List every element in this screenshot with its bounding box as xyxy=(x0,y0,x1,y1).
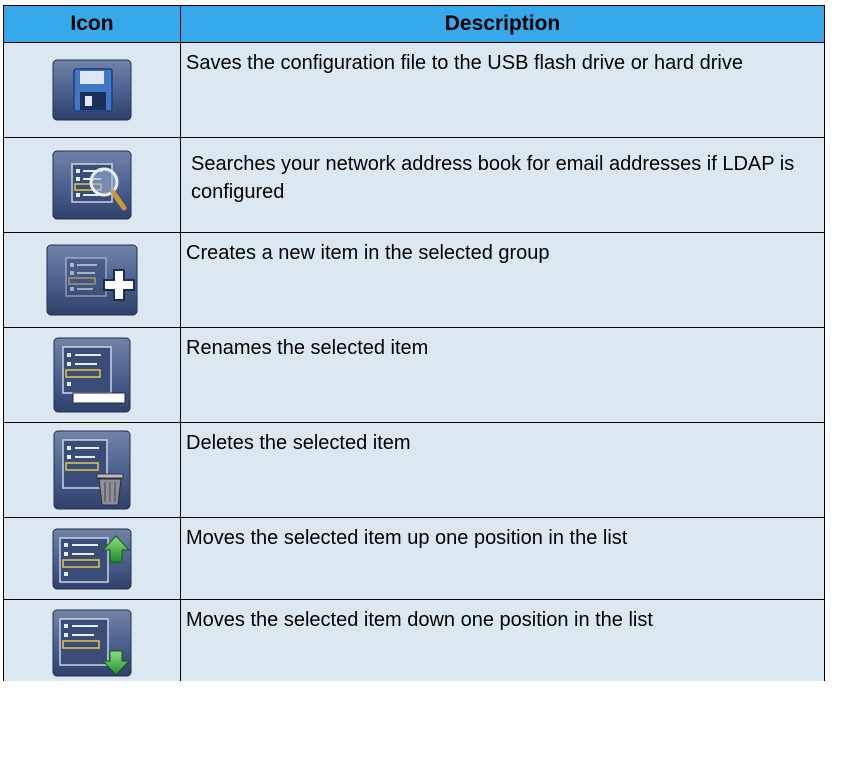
table-row: Renames the selected item xyxy=(3,327,825,423)
move-down-icon xyxy=(52,609,132,677)
rename-icon xyxy=(53,337,131,413)
description-cell: Moves the selected item down one positio… xyxy=(180,599,825,681)
description-cell: Moves the selected item up one position … xyxy=(180,517,825,600)
save-icon xyxy=(52,59,132,121)
table-row: Moves the selected item up one position … xyxy=(3,517,825,600)
icon-cell xyxy=(3,517,181,600)
description-column-header: Description xyxy=(180,5,825,43)
table-header-row: Icon Description xyxy=(3,5,825,43)
icon-column-header: Icon xyxy=(3,5,181,43)
table-row: Creates a new item in the selected group xyxy=(3,232,825,328)
table-row: Deletes the selected item xyxy=(3,422,825,518)
description-cell: Saves the configuration file to the USB … xyxy=(180,42,825,138)
icon-cell xyxy=(3,232,181,328)
delete-icon xyxy=(53,430,131,510)
icon-description-table: Icon Description Saves the configuration… xyxy=(3,5,825,681)
description-cell: Creates a new item in the selected group xyxy=(180,232,825,328)
icon-cell xyxy=(3,599,181,681)
move-up-icon xyxy=(52,528,132,589)
description-cell: Renames the selected item xyxy=(180,327,825,423)
icon-cell xyxy=(3,137,181,233)
icon-cell xyxy=(3,42,181,138)
description-cell: Deletes the selected item xyxy=(180,422,825,518)
icon-cell xyxy=(3,422,181,518)
new-item-icon xyxy=(46,244,138,316)
description-cell: Searches your network address book for e… xyxy=(180,137,825,233)
table-row: Moves the selected item down one positio… xyxy=(3,599,825,681)
search-address-book-icon xyxy=(52,150,132,220)
table-row: Saves the configuration file to the USB … xyxy=(3,42,825,138)
icon-cell xyxy=(3,327,181,423)
table-row: Searches your network address book for e… xyxy=(3,137,825,233)
